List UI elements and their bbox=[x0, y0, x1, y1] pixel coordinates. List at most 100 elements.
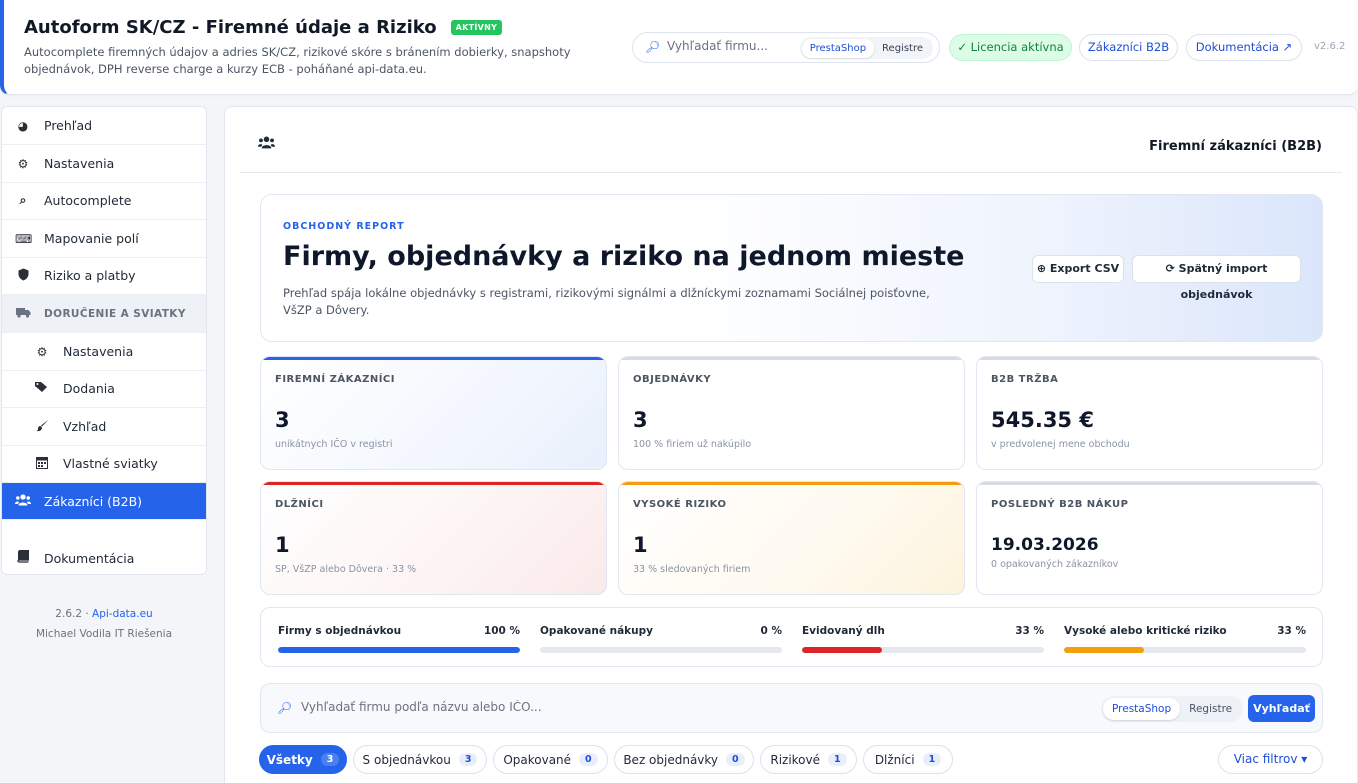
app-header: Autoform SK/CZ - Firemné údaje a Riziko A… bbox=[0, 0, 1358, 95]
hero-description: Prehľad spája lokálne objednávky s regis… bbox=[283, 286, 930, 317]
progress-track bbox=[540, 647, 782, 653]
sidebar-item-label: Nastavenia bbox=[44, 156, 115, 171]
stat-subtext: unikátnych IČO v registri bbox=[275, 439, 393, 450]
users-icon bbox=[15, 493, 31, 509]
sidebar-item-settings[interactable]: ⚙ Nastavenia bbox=[2, 145, 206, 183]
page-title: Firemní zákazníci (B2B) bbox=[1149, 139, 1322, 154]
stat-accent bbox=[261, 482, 606, 485]
hero-kicker: OBCHODNÝ REPORT bbox=[283, 221, 405, 232]
progress-fill bbox=[802, 647, 882, 653]
filter-without-order[interactable]: Bez objednávky 0 bbox=[614, 745, 754, 774]
filter-count: 0 bbox=[579, 753, 598, 766]
version-label: v2.6.2 bbox=[1314, 41, 1346, 52]
filter-label: S objednávkou bbox=[362, 752, 451, 767]
stat-value: 19.03.2026 bbox=[991, 535, 1099, 555]
gear-icon: ⚙ bbox=[36, 344, 48, 359]
shield-icon bbox=[15, 268, 31, 284]
source-registre[interactable]: Registre bbox=[1180, 698, 1241, 720]
stat-subtext: v predvolenej mene obchodu bbox=[991, 439, 1130, 450]
progress-fill bbox=[278, 647, 520, 653]
sidebar-item-field-mapping[interactable]: ⌨ Mapovanie polí bbox=[2, 220, 206, 258]
progress-label: Vysoké alebo kritické riziko bbox=[1064, 625, 1227, 637]
report-hero: OBCHODNÝ REPORT Firmy, objednávky a rizi… bbox=[260, 194, 1323, 342]
progress-fill bbox=[1064, 647, 1144, 653]
sidebar-item-deliveries[interactable]: Dodania bbox=[2, 370, 206, 408]
sidebar-item-documentation[interactable]: Dokumentácia bbox=[2, 539, 206, 574]
users-icon bbox=[258, 136, 275, 153]
header-search-input[interactable] bbox=[667, 39, 797, 53]
filter-label: Rizikové bbox=[770, 752, 821, 767]
more-filters-button[interactable]: Viac filtrov ▾ bbox=[1218, 745, 1323, 774]
sidebar-group-label: DORUČENIE A SVIATKY bbox=[44, 307, 186, 320]
stat-label: OBJEDNÁVKY bbox=[633, 374, 712, 385]
filter-count: 3 bbox=[458, 753, 478, 766]
source-registre[interactable]: Registre bbox=[874, 39, 931, 58]
sidebar-item-b2b-customers[interactable]: Zákazníci (B2B) bbox=[2, 483, 206, 520]
stat-value: 3 bbox=[633, 408, 648, 432]
app-description: Autocomplete firemných údajov a adries S… bbox=[24, 45, 571, 76]
sidebar-item-label: Dokumentácia bbox=[44, 550, 135, 566]
filter-count: 1 bbox=[828, 753, 847, 766]
filter-with-order[interactable]: S objednávkou 3 bbox=[353, 745, 487, 774]
sidebar-item-label: Nastavenia bbox=[63, 344, 134, 359]
dashboard-icon: ◕ bbox=[17, 118, 29, 133]
sidebar-item-label: Dodania bbox=[63, 381, 115, 396]
sidebar-item-label: Autocomplete bbox=[44, 193, 132, 208]
app-title-text: Autoform SK/CZ - Firemné údaje a Riziko bbox=[24, 17, 437, 38]
filter-repeat[interactable]: Opakované 0 bbox=[493, 745, 608, 774]
source-prestashop[interactable]: PrestaShop bbox=[801, 38, 875, 58]
stat-label: VYSOKÉ RIZIKO bbox=[633, 499, 727, 510]
sidebar-group-delivery[interactable]: DORUČENIE A SVIATKY bbox=[2, 295, 206, 333]
tags-icon bbox=[34, 381, 50, 396]
filter-count: 3 bbox=[320, 753, 340, 766]
progress-value: 33 % bbox=[1277, 625, 1306, 637]
search-icon: ⌕ bbox=[19, 193, 27, 207]
footer-link[interactable]: Api-data.eu bbox=[92, 608, 153, 620]
stat-card-companies: FIREMNÍ ZÁKAZNÍCI 3 unikátnych IČO v reg… bbox=[260, 356, 607, 470]
sidebar-item-label: Vlastné sviatky bbox=[63, 456, 158, 471]
hero-title: Firmy, objednávky a riziko na jednom mie… bbox=[283, 241, 965, 272]
sidebar-item-custom-holidays[interactable]: Vlastné sviatky bbox=[2, 445, 206, 483]
stat-accent bbox=[261, 357, 606, 360]
export-csv-button[interactable]: ⊕ Export CSV bbox=[1032, 255, 1124, 283]
progress-value: 33 % bbox=[1015, 625, 1044, 637]
sidebar-footer: 2.6.2 · Api-data.eu Michael Vodila IT Ri… bbox=[0, 604, 208, 644]
sidebar-item-appearance[interactable]: Vzhľad bbox=[2, 408, 206, 446]
filter-label: Bez objednávky bbox=[623, 752, 719, 767]
sidebar-item-delivery-settings[interactable]: ⚙ Nastavenia bbox=[2, 333, 206, 371]
stat-subtext: 0 opakovaných zákazníkov bbox=[991, 559, 1119, 570]
app-title: Autoform SK/CZ - Firemné údaje a Riziko A… bbox=[24, 17, 503, 38]
stat-label: DLŽNÍCI bbox=[275, 499, 324, 510]
filter-label: Dlžníci bbox=[874, 752, 915, 767]
search-icon: 🔎︎ bbox=[645, 40, 661, 54]
filter-count: 0 bbox=[726, 753, 745, 766]
stat-label: FIREMNÍ ZÁKAZNÍCI bbox=[275, 374, 395, 385]
cogs-icon: ⚙ bbox=[17, 156, 29, 171]
search-button[interactable]: Vyhľadať bbox=[1248, 695, 1315, 722]
sidebar-item-overview[interactable]: ◕ Prehľad bbox=[2, 107, 206, 145]
progress-label: Opakované nákupy bbox=[540, 625, 654, 637]
stat-accent bbox=[977, 357, 1322, 360]
stat-value: 1 bbox=[275, 533, 290, 557]
b2b-customers-button[interactable]: Zákazníci B2B bbox=[1079, 34, 1178, 61]
stat-card-debtors: DLŽNÍCI 1 SP, VšZP alebo Dôvera · 33 % bbox=[260, 481, 607, 595]
stat-accent bbox=[977, 482, 1322, 485]
stat-card-high-risk: VYSOKÉ RIZIKO 1 33 % sledovaných firiem bbox=[618, 481, 965, 595]
stat-label: POSLEDNÝ B2B NÁKUP bbox=[991, 499, 1129, 510]
source-prestashop[interactable]: PrestaShop bbox=[1103, 698, 1181, 720]
sidebar-item-risk-payments[interactable]: Riziko a platby bbox=[2, 257, 206, 295]
stat-value: 3 bbox=[275, 408, 290, 432]
reverse-import-button[interactable]: ⟳ Spätný import objednávok bbox=[1132, 255, 1301, 301]
sidebar-item-autocomplete[interactable]: ⌕ Autocomplete bbox=[2, 182, 206, 220]
stat-label: B2B TRŽBA bbox=[991, 374, 1059, 385]
stat-accent bbox=[619, 482, 964, 485]
filter-risky[interactable]: Rizikové 1 bbox=[760, 745, 857, 774]
documentation-button[interactable]: Dokumentácia ↗ bbox=[1186, 34, 1302, 61]
company-search-input[interactable] bbox=[301, 700, 801, 714]
stat-card-orders: OBJEDNÁVKY 3 100 % firiem už nakúpilo bbox=[618, 356, 965, 470]
filter-all[interactable]: Všetky 3 bbox=[259, 745, 347, 774]
stat-card-revenue: B2B TRŽBA 545.35 € v predvolenej mene ob… bbox=[976, 356, 1323, 470]
sidebar: ◕ Prehľad ⚙ Nastavenia ⌕ Autocomplete ⌨ … bbox=[1, 106, 207, 575]
filter-debtors[interactable]: Dlžníci 1 bbox=[863, 745, 953, 774]
progress-track bbox=[802, 647, 1044, 653]
